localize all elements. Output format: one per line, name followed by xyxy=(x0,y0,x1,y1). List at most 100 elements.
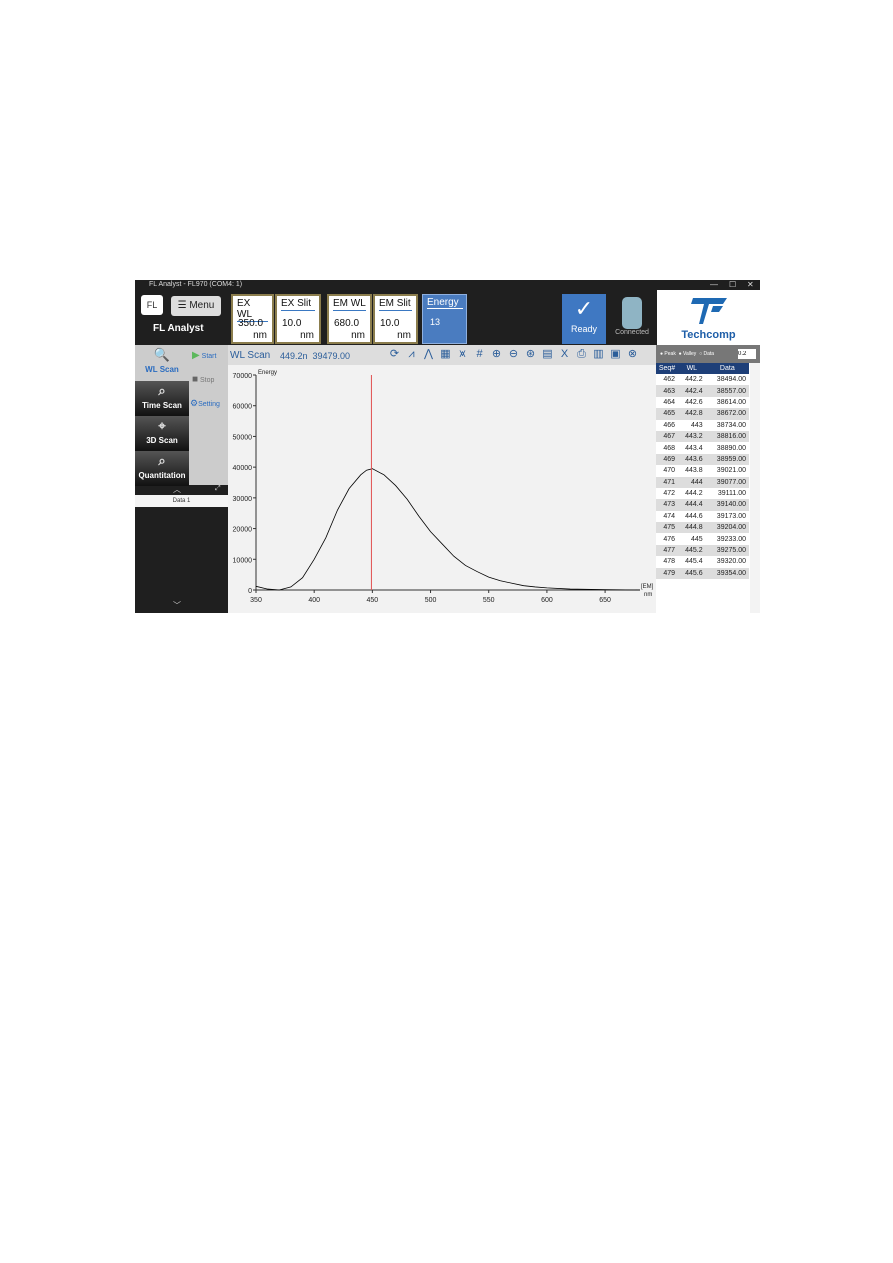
grid-icon[interactable]: # xyxy=(473,348,486,361)
table-cell: 39021.00 xyxy=(716,467,746,475)
maximize-button[interactable]: ☐ xyxy=(729,280,736,290)
table-cell: 39320.00 xyxy=(716,558,746,566)
data-tab[interactable]: Data 1 xyxy=(135,495,228,507)
table-cell: 39275.00 xyxy=(705,544,749,557)
spectrum-chart[interactable]: 0 10000 20000 30000 40000 50000 60000 70000 350 4… xyxy=(228,365,656,613)
table-row[interactable]: 473 444.4 39140.00 xyxy=(656,499,749,511)
brand-name: Techcomp xyxy=(681,329,736,341)
table-row[interactable]: 464 442.6 38614.00 xyxy=(656,397,749,408)
table-cell: 444.8 xyxy=(678,522,706,534)
energy-label: Energy xyxy=(427,297,463,309)
table-cell: 39204.00 xyxy=(705,522,749,534)
excel-icon[interactable]: X xyxy=(558,348,571,361)
data-table: Seq# WL Data 462 442.2 38494.00 463 442.4 38557.… xyxy=(656,363,749,580)
x-tick-label: 400 xyxy=(308,597,320,604)
close-icon[interactable]: ⊗ xyxy=(626,348,639,361)
save-icon[interactable]: ▣ xyxy=(609,348,622,361)
setting-button[interactable]: ⚙Setting xyxy=(190,398,220,409)
table-cell: 38959.00 xyxy=(705,453,749,466)
radio-peak[interactable]: ● Peak xyxy=(660,351,676,357)
techcomp-logo: Techcomp xyxy=(657,290,760,345)
table-row[interactable]: 477 445.2 39275.00 xyxy=(656,544,749,557)
nav-label: Quantitation xyxy=(138,471,186,480)
grid-view-icon[interactable]: ▦ xyxy=(439,348,452,361)
print-icon[interactable]: ⎙ xyxy=(575,348,588,361)
table-cell: 472 xyxy=(663,490,676,498)
radio-data[interactable]: ○ Data xyxy=(699,351,714,357)
nav-quantitation[interactable]: ⌕ Quantitation xyxy=(135,451,189,486)
zoom-fit-icon[interactable]: ⊛ xyxy=(524,348,537,361)
table-row[interactable]: 474 444.6 39173.00 xyxy=(656,511,749,522)
table-cell: 473 xyxy=(656,499,679,511)
sheet-icon[interactable]: ▥ xyxy=(592,348,605,361)
param-unit: nm xyxy=(397,330,411,341)
table-row[interactable]: 471 444 39077.00 xyxy=(656,476,749,488)
table-cell: 444.4 xyxy=(678,499,706,511)
tool-buttons: ⟳ ⩘ ⋀ ▦ ⩙ # ⊕ ⊖ ⊛ ▤ X ⎙ ▥ ▣ ⊗ xyxy=(388,348,639,361)
scan-mode-label: WL Scan xyxy=(230,350,271,361)
table-row[interactable]: 466 443 38734.00 xyxy=(656,420,749,431)
y-tick-label: 0 xyxy=(248,588,252,595)
column-header[interactable]: Data xyxy=(705,363,749,374)
table-row[interactable]: 470 443.8 39021.00 xyxy=(656,465,749,476)
bar-peak-icon[interactable]: ⩙ xyxy=(456,348,469,361)
table-cell: 445.2 xyxy=(678,544,706,557)
table-cell: 38614.00 xyxy=(716,398,746,406)
table-cell: 469 xyxy=(656,453,679,466)
column-header[interactable]: WL xyxy=(678,363,706,374)
minimize-button[interactable]: — xyxy=(710,280,718,290)
table-cell: 39233.00 xyxy=(716,535,746,543)
table-row[interactable]: 468 443.4 38890.00 xyxy=(656,442,749,453)
ready-button[interactable]: ✓ Ready xyxy=(562,294,606,344)
em-wl-param[interactable]: EM WL 680.0 nm xyxy=(327,294,372,344)
table-row[interactable]: 475 444.8 39204.00 xyxy=(656,522,749,534)
table-cell: 442.4 xyxy=(678,385,706,397)
table-cell: 444 xyxy=(678,476,706,488)
table-row[interactable]: 472 444.2 39111.00 xyxy=(656,488,749,499)
nav-time-scan[interactable]: ⌕ Time Scan xyxy=(135,381,189,416)
ex-wl-param[interactable]: EX WL 350.0 nm xyxy=(231,294,274,344)
table-cell: 465 xyxy=(656,408,679,420)
chevron-up-icon[interactable]: ︿ xyxy=(173,484,181,495)
expand-icon[interactable]: ⤢ xyxy=(215,485,221,493)
radio-valley[interactable]: ● Valley xyxy=(679,351,697,357)
table-cell: 474 xyxy=(663,512,676,520)
nav-3d-scan[interactable]: ⌖ 3D Scan xyxy=(135,416,189,451)
table-cell: 462 xyxy=(663,376,676,384)
table-cell: 38672.00 xyxy=(705,408,749,420)
peak-single-icon[interactable]: ⋀ xyxy=(422,348,435,361)
menu-button[interactable]: ☰ Menu xyxy=(171,296,221,316)
table-row[interactable]: 467 443.2 38816.00 xyxy=(656,430,749,443)
table-row[interactable]: 478 445.4 39320.00 xyxy=(656,556,749,567)
zoom-out-icon[interactable]: ⊖ xyxy=(507,348,520,361)
table-row[interactable]: 465 442.8 38672.00 xyxy=(656,408,749,420)
table-icon[interactable]: ▤ xyxy=(541,348,554,361)
table-row[interactable]: 479 445.6 39354.00 xyxy=(656,567,749,580)
em-slit-param[interactable]: EM Slit 10.0 nm xyxy=(373,294,418,344)
ex-slit-param[interactable]: EX Slit 10.0 nm xyxy=(275,294,321,344)
table-cell: 38734.00 xyxy=(716,421,746,429)
param-value: 10.0 xyxy=(380,318,400,329)
peak-icon[interactable]: ⩘ xyxy=(405,348,418,361)
start-button[interactable]: ▶ Start xyxy=(192,350,216,361)
chevron-down-icon[interactable]: ﹀ xyxy=(173,600,181,611)
fl-analyst-window: FL Analyst - FL970 (COM4: 1) — ☐ ✕ FL ☰ … xyxy=(135,280,760,613)
zoom-in-icon[interactable]: ⊕ xyxy=(490,348,503,361)
start-label: Start xyxy=(201,353,217,360)
threshold-input[interactable] xyxy=(738,349,756,359)
quantitation-icon: ⌕ xyxy=(158,453,166,468)
table-row[interactable]: 469 443.6 38959.00 xyxy=(656,453,749,466)
stop-button[interactable]: ■ Stop xyxy=(192,374,214,385)
column-header[interactable]: Seq# xyxy=(656,363,679,374)
close-button[interactable]: ✕ xyxy=(747,280,754,290)
table-row[interactable]: 476 445 39233.00 xyxy=(656,533,749,544)
table-row[interactable]: 463 442.4 38557.00 xyxy=(656,385,749,397)
refresh-icon[interactable]: ⟳ xyxy=(388,348,401,361)
table-row[interactable]: 462 442.2 38494.00 xyxy=(656,374,749,385)
param-unit: nm xyxy=(300,330,314,341)
techcomp-mark-icon xyxy=(690,298,727,324)
x-tick-label: 500 xyxy=(425,597,437,604)
table-scrollbar[interactable] xyxy=(750,363,760,613)
nav-wl-scan[interactable]: 🔍 WL Scan xyxy=(135,345,189,380)
table-cell: 443.6 xyxy=(678,453,706,466)
